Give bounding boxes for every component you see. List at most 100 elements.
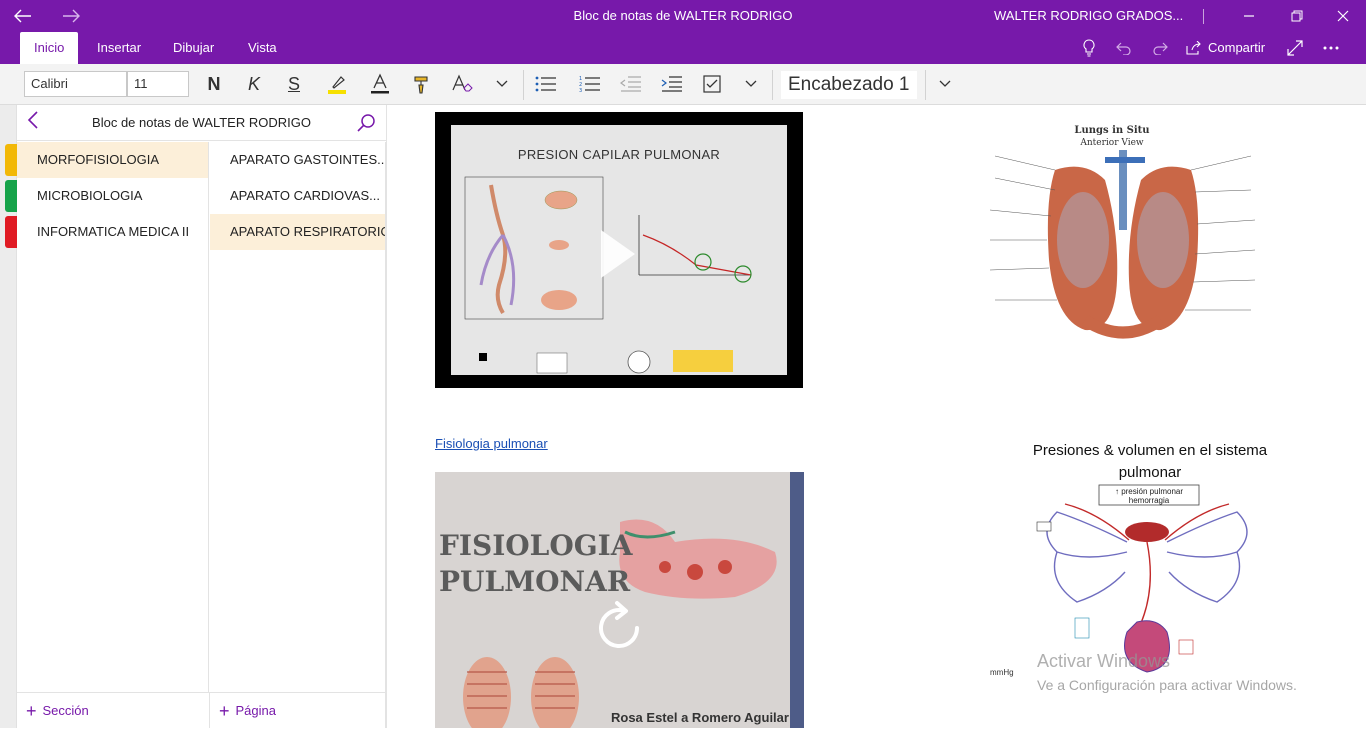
redo-button[interactable]	[1149, 32, 1171, 64]
notebooks-back-button[interactable]	[27, 111, 39, 135]
indent-icon	[661, 76, 682, 92]
checkbox-icon	[703, 75, 721, 93]
tab-insertar[interactable]: Insertar	[83, 32, 155, 64]
lungs-in-situ-image[interactable]	[985, 120, 1261, 362]
add-section-button[interactable]: + Sección	[17, 692, 210, 728]
clear-format-icon	[452, 74, 473, 92]
play-icon[interactable]	[601, 230, 635, 278]
page-item-aparato-respiratorio[interactable]: APARATO RESPIRATORIO	[210, 214, 385, 250]
ellipsis-icon	[1323, 46, 1339, 50]
activation-watermark-title: Activar Windows	[1037, 651, 1171, 671]
font-size-field[interactable]: 11	[127, 71, 189, 97]
back-button[interactable]	[0, 0, 46, 32]
italic-button[interactable]: K	[237, 71, 271, 97]
close-button[interactable]	[1320, 0, 1366, 32]
notebook-title[interactable]: Bloc de notas de WALTER RODRIGO	[17, 105, 386, 141]
decrease-indent-button[interactable]	[614, 71, 648, 97]
plus-icon: +	[219, 701, 230, 721]
pressures-unit-label: mmHg	[990, 668, 1014, 677]
share-icon	[1186, 41, 1201, 55]
minimize-icon	[1244, 15, 1254, 17]
font-more-button[interactable]	[485, 71, 519, 97]
tags-more-button[interactable]	[734, 71, 768, 97]
chevron-down-icon	[496, 80, 508, 87]
search-button[interactable]	[356, 113, 378, 135]
pressures-box-label: ↑ presión pulmonar hemorragia	[1114, 487, 1184, 505]
share-label: Compartir	[1208, 40, 1266, 55]
page-canvas[interactable]: PRESION CAPILAR PULMONAR Lungs in Situ A…	[386, 105, 1366, 728]
style-dropdown[interactable]: Encabezado 1	[781, 71, 917, 99]
paintbrush-icon	[414, 76, 428, 94]
font-color-button[interactable]	[363, 71, 397, 97]
increase-indent-button[interactable]	[655, 71, 689, 97]
ribbon-separator	[523, 70, 524, 100]
lungs-illustration	[989, 150, 1256, 339]
ribbon-toolbar: Calibri 11 N K S 123 Encabezado 1	[0, 64, 1366, 105]
highlighter-icon	[328, 76, 346, 94]
section-item-morfofisiologia[interactable]: MORFOFISIOLOGIA	[17, 142, 208, 178]
highlight-button[interactable]	[320, 71, 354, 97]
notebook-header: Bloc de notas de WALTER RODRIGO	[17, 105, 386, 141]
forward-button[interactable]	[48, 0, 94, 32]
tab-dibujar[interactable]: Dibujar	[159, 32, 228, 64]
section-color-tab[interactable]	[5, 180, 17, 212]
svg-text:3: 3	[579, 88, 582, 93]
embedded-video-presion-capilar[interactable]: PRESION CAPILAR PULMONAR	[435, 112, 803, 388]
video2-title-text: FISIOLOGIA PULMONAR	[439, 528, 633, 600]
search-icon	[357, 114, 375, 132]
pages-list: APARATO GASTOINTES... APARATO CARDIOVAS.…	[210, 142, 386, 692]
video2-title-line1: FISIOLOGIA	[439, 529, 633, 562]
video2-author: Rosa Estel a Romero Aguilar	[611, 710, 789, 725]
tab-inicio[interactable]: Inicio	[20, 32, 79, 64]
styles-more-button[interactable]	[928, 71, 962, 97]
share-button[interactable]: Compartir	[1186, 32, 1265, 64]
arrow-right-icon	[63, 9, 80, 23]
bold-button[interactable]: N	[197, 71, 231, 97]
expand-icon	[1287, 40, 1303, 56]
chevron-down-icon	[939, 80, 951, 87]
reload-icon[interactable]	[591, 600, 647, 656]
bullets-button[interactable]	[529, 71, 563, 97]
lungs-image-title: Lungs in Situ	[1074, 125, 1150, 136]
numbering-button[interactable]: 123	[573, 71, 607, 97]
restore-button[interactable]	[1274, 0, 1320, 32]
strikethrough-button[interactable]: S	[277, 71, 311, 97]
ribbon-separator	[925, 70, 926, 100]
section-item-informatica-medica[interactable]: INFORMATICA MEDICA II	[17, 214, 208, 250]
bullet-list-icon	[535, 76, 556, 92]
redo-icon	[1153, 42, 1168, 55]
page-item-aparato-cardiovascular[interactable]: APARATO CARDIOVAS...	[210, 178, 385, 214]
title-separator	[1203, 9, 1204, 24]
format-painter-button[interactable]	[405, 71, 439, 97]
arrow-left-icon	[14, 9, 31, 23]
restore-icon	[1291, 10, 1303, 22]
embedded-video-fisiologia-pulmonar[interactable]: FISIOLOGIA PULMONAR Rosa Estel a Romero …	[435, 472, 804, 728]
activation-watermark-text: Ve a Configuración para activar Windows.	[1037, 677, 1297, 693]
plus-icon: +	[26, 701, 37, 721]
sections-list: MORFOFISIOLOGIA MICROBIOLOGIA INFORMATIC…	[17, 142, 209, 692]
section-item-microbiologia[interactable]: MICROBIOLOGIA	[17, 178, 208, 214]
more-options-button[interactable]	[1320, 32, 1342, 64]
lungs-image-subtitle: Anterior View	[1080, 138, 1144, 148]
tab-vista[interactable]: Vista	[234, 32, 291, 64]
outdent-icon	[620, 76, 641, 92]
page-item-aparato-gastrointestinal[interactable]: APARATO GASTOINTES...	[210, 142, 385, 178]
add-page-button[interactable]: + Página	[210, 692, 386, 728]
section-color-tab[interactable]	[5, 216, 17, 248]
numbered-list-icon: 123	[579, 76, 600, 93]
lightbulb-button[interactable]	[1078, 32, 1100, 64]
title-bar: Bloc de notas de WALTER RODRIGO WALTER R…	[0, 0, 1366, 32]
clear-formatting-button[interactable]	[445, 71, 479, 97]
lightbulb-icon	[1083, 39, 1095, 57]
minimize-button[interactable]	[1226, 0, 1272, 32]
fullscreen-button[interactable]	[1284, 32, 1306, 64]
undo-button[interactable]	[1113, 32, 1135, 64]
ribbon-separator	[772, 70, 773, 100]
fisiologia-pulmonar-link[interactable]: Fisiologia pulmonar	[435, 436, 548, 451]
user-account-name[interactable]: WALTER RODRIGO GRADOS...	[994, 0, 1183, 32]
todo-tag-button[interactable]	[695, 71, 729, 97]
pressures-diagram-title: Presiones & volumen en el sistema pulmon…	[1032, 442, 1268, 481]
section-color-strip	[0, 105, 17, 728]
font-name-field[interactable]: Calibri	[24, 71, 127, 97]
section-color-tab[interactable]	[5, 144, 17, 176]
